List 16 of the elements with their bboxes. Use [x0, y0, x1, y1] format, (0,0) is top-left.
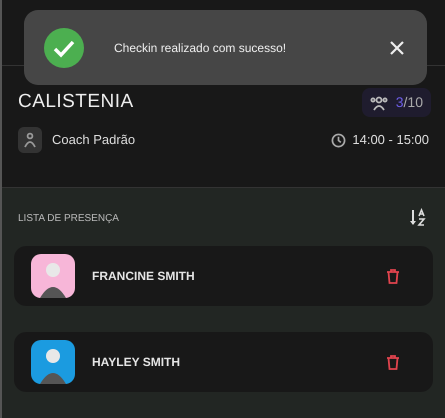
toast-message: Checkin realizado com sucesso! [114, 40, 288, 56]
close-icon[interactable] [389, 40, 405, 56]
sort-alpha-icon[interactable] [409, 208, 427, 228]
attendance-count: 3/10 [396, 93, 423, 112]
class-time: 14:00 - 15:00 [352, 131, 429, 150]
group-icon [370, 94, 388, 110]
delete-icon[interactable] [386, 354, 400, 370]
attendee-name: FRANCINE SMITH [92, 268, 196, 285]
check-icon [44, 28, 84, 68]
delete-icon[interactable] [386, 268, 400, 284]
coach-avatar-icon [18, 127, 42, 153]
coach-name: Coach Padrão [52, 131, 136, 150]
section-title: LISTA DE PRESENÇA [18, 212, 119, 226]
class-title: CALISTENIA [18, 90, 134, 114]
attendee-name: HAYLEY SMITH [92, 354, 182, 371]
clock-icon [331, 132, 346, 148]
